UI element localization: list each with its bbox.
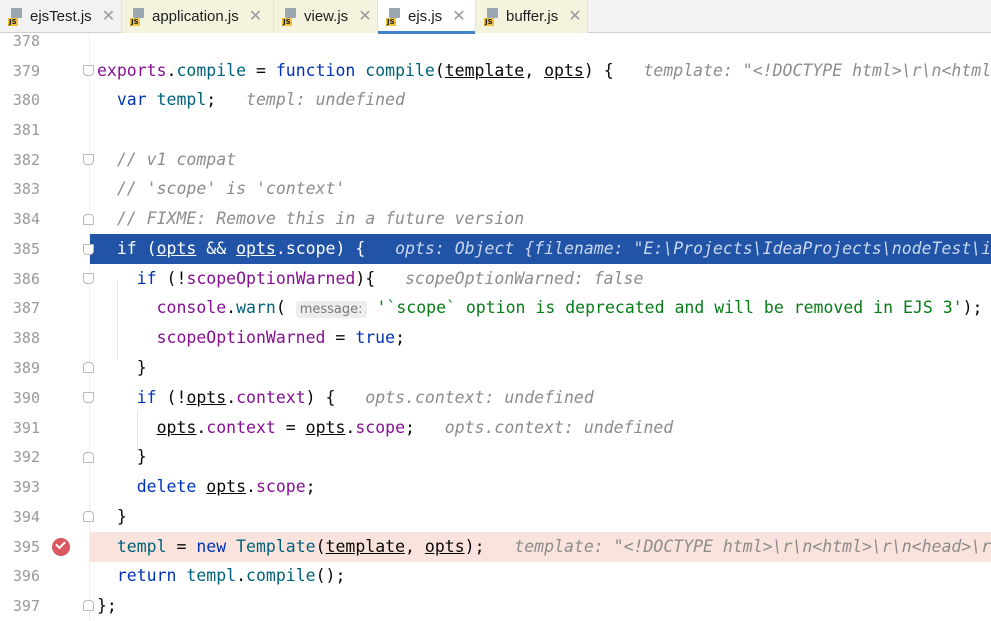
tab-label: view.js xyxy=(304,8,349,25)
line-number: 378 xyxy=(12,32,40,50)
line-number: 392 xyxy=(12,448,40,466)
line-number: 388 xyxy=(12,329,40,347)
code-line[interactable]: if (!opts.context) { opts.context: undef… xyxy=(90,383,991,413)
fold-marker-icon[interactable] xyxy=(83,452,94,463)
breakpoint-check-icon xyxy=(55,538,66,550)
line-number: 384 xyxy=(12,210,40,228)
tab-ejstest-js[interactable]: JS ejsTest.js ✕ xyxy=(0,0,122,33)
tab-label: application.js xyxy=(152,8,239,25)
code-line[interactable]: var templ; templ: undefined xyxy=(90,85,991,115)
code-comment: // 'scope' is 'context' xyxy=(116,179,346,198)
line-number: 396 xyxy=(12,567,40,585)
js-file-icon: JS xyxy=(130,7,146,26)
debug-inline-value: opts.context: undefined xyxy=(365,388,594,407)
debug-inline-value: scopeOptionWarned: false xyxy=(405,269,644,288)
code-line[interactable]: // v1 compat xyxy=(90,145,991,175)
line-number: 386 xyxy=(12,270,40,288)
code-line[interactable]: // FIXME: Remove this in a future versio… xyxy=(90,204,991,234)
debug-inline-value: opts.context: undefined xyxy=(444,418,674,437)
line-number: 381 xyxy=(12,121,40,139)
debug-inline-value: templ: undefined xyxy=(246,90,405,109)
fold-marker-icon[interactable] xyxy=(83,244,94,255)
editor-tab-bar: JS ejsTest.js ✕ JS application.js ✕ JS v… xyxy=(0,0,991,34)
tab-ejs-js[interactable]: JS ejs.js ✕ xyxy=(378,0,476,34)
line-number: 394 xyxy=(12,508,40,526)
line-number: 383 xyxy=(12,180,40,198)
line-number: 382 xyxy=(12,151,40,169)
tab-application-js[interactable]: JS application.js ✕ xyxy=(122,0,274,33)
line-number: 380 xyxy=(12,91,40,109)
fold-marker-icon[interactable] xyxy=(83,273,94,284)
fold-marker-icon[interactable] xyxy=(83,214,94,225)
code-line[interactable]: }; xyxy=(90,591,991,621)
close-icon[interactable]: ✕ xyxy=(452,8,465,25)
tab-buffer-js[interactable]: JS buffer.js ✕ xyxy=(476,0,588,33)
line-number: 395 xyxy=(12,538,40,556)
fold-marker-icon[interactable] xyxy=(83,362,94,373)
js-file-icon: JS xyxy=(8,7,24,26)
debug-inline-value: template: "<!DOCTYPE html>\r\n<html xyxy=(643,61,991,80)
line-number: 391 xyxy=(12,419,40,437)
debug-inline-value: template: "<!DOCTYPE html>\r\n<html>\r\n… xyxy=(514,537,991,556)
js-file-icon: JS xyxy=(386,7,402,26)
code-line[interactable]: console.warn( message: '`scope` option i… xyxy=(90,293,991,323)
line-number: 389 xyxy=(12,359,40,377)
code-line[interactable]: return templ.compile(); xyxy=(90,561,991,591)
fold-marker-icon[interactable] xyxy=(83,600,94,611)
close-icon[interactable]: ✕ xyxy=(568,8,581,25)
code-line[interactable]: opts.context = opts.scope; opts.context:… xyxy=(90,413,991,443)
code-line[interactable]: } xyxy=(90,502,991,532)
code-line[interactable]: } xyxy=(90,353,991,383)
code-comment: // FIXME: Remove this in a future versio… xyxy=(116,209,525,228)
code-line[interactable]: if (!scopeOptionWarned){ scopeOptionWarn… xyxy=(90,264,991,294)
close-icon[interactable]: ✕ xyxy=(102,8,115,25)
parameter-hint: message: xyxy=(295,301,367,318)
fold-marker-icon[interactable] xyxy=(83,511,94,522)
current-execution-line[interactable]: if (opts && opts.scope) { opts: Object {… xyxy=(90,234,991,264)
fold-marker-icon[interactable] xyxy=(83,65,94,76)
string-literal: '`scope` option is deprecated and will b… xyxy=(376,298,963,317)
line-number: 379 xyxy=(12,62,40,80)
code-line[interactable]: scopeOptionWarned = true; xyxy=(90,323,991,353)
indent-guide xyxy=(137,410,138,450)
js-file-icon: JS xyxy=(484,7,500,26)
line-number: 390 xyxy=(12,389,40,407)
indent-guide xyxy=(117,280,118,360)
fold-marker-icon[interactable] xyxy=(83,392,94,403)
line-number: 385 xyxy=(12,240,40,258)
code-comment: // v1 compat xyxy=(116,150,237,169)
tab-label: ejs.js xyxy=(408,8,443,25)
line-number: 393 xyxy=(12,478,40,496)
js-file-icon: JS xyxy=(282,7,298,26)
close-icon[interactable]: ✕ xyxy=(358,8,371,25)
tab-view-js[interactable]: JS view.js ✕ xyxy=(274,0,378,33)
close-icon[interactable]: ✕ xyxy=(249,8,262,25)
code-line[interactable]: } xyxy=(90,442,991,472)
code-line[interactable]: exports.compile = function compile(templ… xyxy=(90,56,991,86)
tab-label: ejsTest.js xyxy=(30,8,92,25)
fold-marker-icon[interactable] xyxy=(83,154,94,165)
breakpoint-line[interactable]: templ = new Template(template, opts); te… xyxy=(90,532,991,562)
code-line[interactable]: // 'scope' is 'context' xyxy=(90,174,991,204)
breakpoint-icon[interactable] xyxy=(52,538,70,556)
tab-label: buffer.js xyxy=(506,8,559,25)
line-number: 397 xyxy=(12,597,40,615)
code-line[interactable]: delete opts.scope; xyxy=(90,472,991,502)
line-number: 387 xyxy=(12,299,40,317)
debug-inline-value: opts: Object {filename: "E:\Projects\Ide… xyxy=(395,239,991,258)
